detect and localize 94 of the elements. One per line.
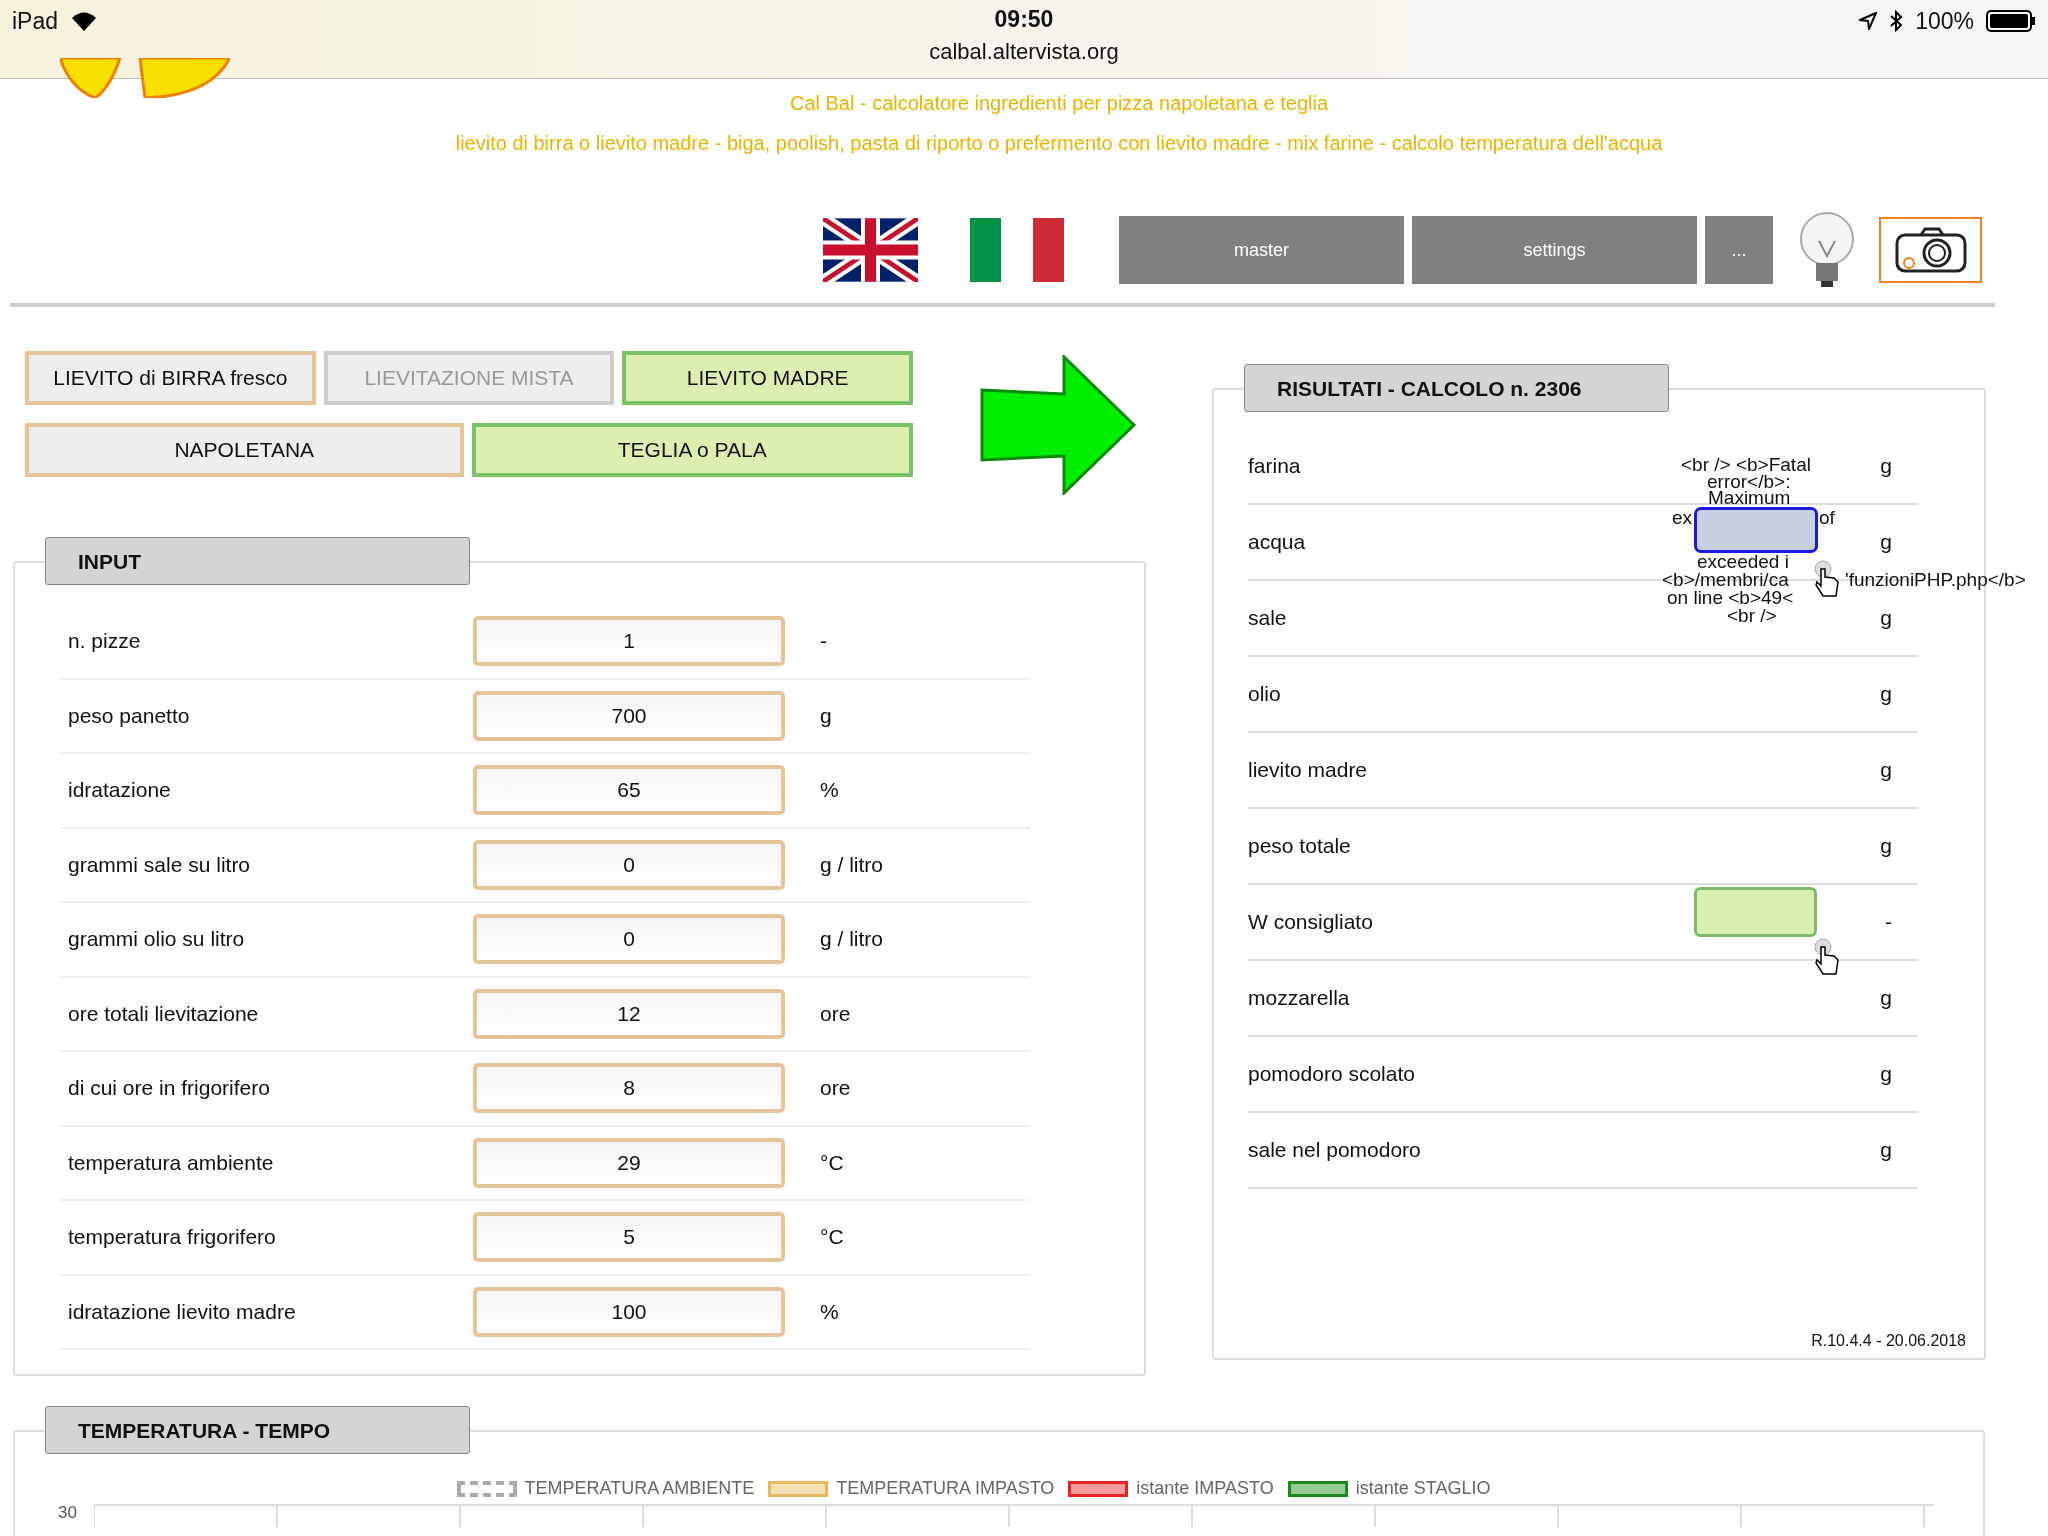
mode-tab[interactable]: LIEVITO MADRE bbox=[622, 351, 913, 405]
type-tab[interactable]: TEGLIA o PALA bbox=[471, 423, 913, 477]
unit-label: g bbox=[1880, 758, 1892, 782]
version-text: R.10.4.4 - 20.06.2018 bbox=[1811, 1332, 1966, 1350]
error-text: ex bbox=[1672, 509, 1693, 527]
toolbar-button[interactable]: ... bbox=[1705, 216, 1773, 284]
field-label: ore totali lievitazione bbox=[67, 1001, 260, 1026]
field-label: grammi olio su litro bbox=[67, 927, 246, 952]
field-label: n. pizze bbox=[67, 629, 142, 654]
error-text: <br /> <b>Fatal bbox=[1681, 456, 1811, 474]
clock-time: 09:50 bbox=[994, 6, 1054, 33]
field-label: di cui ore in frigorifero bbox=[67, 1076, 271, 1101]
error-text: <br /> bbox=[1727, 607, 1777, 625]
unit-label: g bbox=[820, 703, 832, 728]
input-field[interactable]: 5 bbox=[473, 1212, 785, 1263]
field-label: temperatura frigorifero bbox=[67, 1225, 277, 1250]
arrow-right-icon bbox=[980, 355, 1138, 495]
mode-tab[interactable]: LIEVITO di BIRRA fresco bbox=[25, 351, 316, 405]
legend-label: istante STAGLIO bbox=[1355, 1478, 1491, 1499]
unit-label: % bbox=[820, 778, 839, 803]
camera-button[interactable] bbox=[1879, 217, 1982, 283]
bluetooth-icon bbox=[1889, 10, 1904, 32]
result-label: farina bbox=[1248, 454, 1301, 478]
unit-label: g / litro bbox=[820, 927, 884, 952]
input-field[interactable]: 0 bbox=[473, 914, 785, 965]
input-field[interactable]: 0 bbox=[473, 839, 785, 890]
unit-label: °C bbox=[820, 1150, 844, 1175]
field-label: idratazione bbox=[67, 778, 172, 803]
unit-label: g bbox=[1880, 682, 1892, 706]
field-label: temperatura ambiente bbox=[67, 1150, 275, 1175]
result-label: sale bbox=[1248, 606, 1287, 630]
error-text: Maximum bbox=[1708, 489, 1791, 507]
result-label: mozzarella bbox=[1248, 986, 1350, 1010]
unit-label: - bbox=[820, 629, 827, 654]
legend-label: TEMPERATURA IMPASTO bbox=[836, 1478, 1055, 1499]
field-label: idratazione lievito madre bbox=[67, 1299, 297, 1324]
input-field[interactable]: 65 bbox=[473, 765, 785, 816]
location-arrow-icon bbox=[1859, 12, 1878, 30]
battery-percent: 100% bbox=[1915, 7, 1974, 35]
device-name: iPad bbox=[12, 7, 59, 35]
result-label: W consigliato bbox=[1248, 910, 1373, 934]
legend-label: TEMPERATURA AMBIENTE bbox=[524, 1478, 755, 1499]
input-field[interactable]: 29 bbox=[473, 1137, 785, 1188]
unit-label: g bbox=[1880, 1062, 1892, 1086]
camera-icon bbox=[1894, 227, 1967, 273]
input-field[interactable]: 12 bbox=[473, 988, 785, 1039]
toolbar-button[interactable]: settings bbox=[1412, 216, 1697, 284]
result-label: lievito madre bbox=[1248, 758, 1368, 782]
unit-label: g bbox=[1880, 606, 1892, 630]
unit-label: g bbox=[1880, 1138, 1892, 1162]
result-label: sale nel pomodoro bbox=[1248, 1138, 1421, 1162]
panel-title: RISULTATI - CALCOLO n. 2306 bbox=[1244, 364, 1669, 412]
unit-label: g bbox=[1880, 454, 1892, 478]
unit-label: - bbox=[1885, 910, 1892, 934]
field-label: grammi sale su litro bbox=[67, 852, 252, 877]
url-text[interactable]: calbal.altervista.org bbox=[929, 39, 1119, 65]
unit-label: ore bbox=[820, 1001, 851, 1026]
result-label: acqua bbox=[1248, 530, 1306, 554]
unit-label: ore bbox=[820, 1076, 851, 1101]
site-title: Cal Bal - calcolatore ingredienti per pizza napoletana e teglia bbox=[788, 92, 1330, 115]
input-field[interactable]: 100 bbox=[473, 1286, 785, 1337]
error-text: on line <b>49< bbox=[1667, 589, 1794, 607]
input-field[interactable]: 1 bbox=[473, 616, 785, 667]
unit-label: % bbox=[820, 1299, 839, 1324]
axis-tick-label: 30 bbox=[58, 1503, 77, 1523]
unit-label: g bbox=[1880, 530, 1892, 554]
unit-label: °C bbox=[820, 1225, 844, 1250]
toolbar-button[interactable]: master bbox=[1119, 216, 1404, 284]
panel-title: TEMPERATURA - TEMPO bbox=[45, 1406, 470, 1454]
error-text: exceeded i bbox=[1697, 553, 1789, 571]
unit-label: g bbox=[1880, 834, 1892, 858]
lightbulb-icon[interactable] bbox=[1797, 211, 1857, 289]
result-label: pomodoro scolato bbox=[1248, 1062, 1415, 1086]
result-field[interactable] bbox=[1694, 507, 1818, 553]
error-text: 'funzioniPHP.php</b> bbox=[1845, 571, 2026, 589]
site-subtitle: lievito di birra o lievito madre - biga, poolish, pasta di riporto o prefermento con lievito madre - mix farine - calcolo temperatura dell'acqua bbox=[454, 132, 1664, 155]
error-text: <b>/membri/ca bbox=[1662, 571, 1789, 589]
wifi-icon bbox=[70, 10, 99, 32]
input-field[interactable]: 8 bbox=[473, 1063, 785, 1114]
result-field[interactable] bbox=[1694, 887, 1817, 937]
battery-icon bbox=[1986, 10, 2036, 32]
italy-flag-icon[interactable] bbox=[970, 218, 1064, 282]
result-label: peso totale bbox=[1248, 834, 1351, 858]
type-tab[interactable]: NAPOLETANA bbox=[25, 423, 464, 477]
error-text: error</b>: bbox=[1707, 473, 1791, 491]
input-field[interactable]: 700 bbox=[473, 690, 785, 741]
unit-label: g bbox=[1880, 986, 1892, 1010]
error-text: of bbox=[1819, 509, 1835, 527]
uk-flag-icon[interactable] bbox=[823, 218, 918, 282]
panel-title: INPUT bbox=[45, 537, 470, 585]
unit-label: g / litro bbox=[820, 852, 884, 877]
legend-label: istante IMPASTO bbox=[1136, 1478, 1274, 1499]
result-label: olio bbox=[1248, 682, 1281, 706]
field-label: peso panetto bbox=[67, 703, 191, 728]
